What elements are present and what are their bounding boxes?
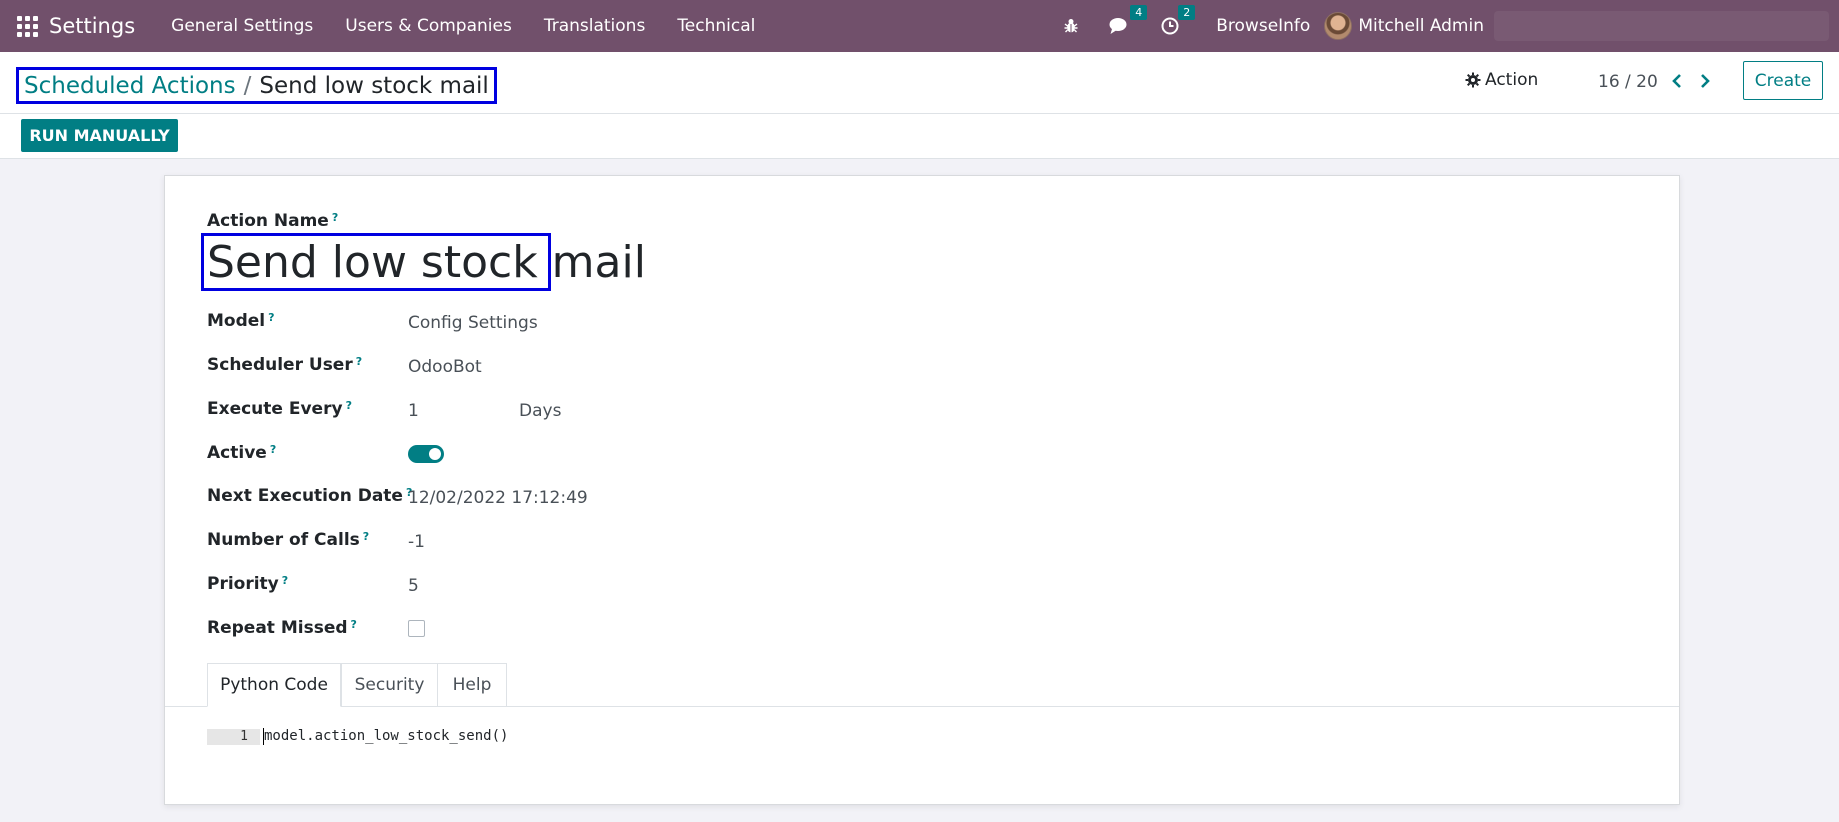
systray: 4 2 BrowseInfo Mitchell Admin: [1048, 0, 1839, 52]
blurred-area: [1494, 11, 1829, 41]
help-tooltip-icon[interactable]: ?: [268, 311, 274, 324]
tab-python-code[interactable]: Python Code: [207, 663, 341, 707]
chevron-left-icon: [1672, 74, 1681, 88]
chevron-right-icon: [1701, 74, 1710, 88]
execute-every-number-field[interactable]: 1: [408, 401, 419, 421]
apps-menu-icon[interactable]: [15, 14, 39, 38]
messages-chat-icon[interactable]: 4: [1109, 5, 1148, 35]
create-button[interactable]: Create: [1743, 61, 1823, 100]
repeat-missed-label: Repeat Missed?: [207, 618, 357, 638]
menu-translations[interactable]: Translations: [528, 16, 662, 36]
help-tooltip-icon[interactable]: ?: [332, 211, 338, 224]
form-sheet: Action Name? Send low stock mail Model? …: [164, 175, 1680, 805]
pager-value[interactable]: 16 / 20: [1598, 72, 1658, 92]
company-switcher[interactable]: BrowseInfo: [1216, 16, 1310, 36]
help-tooltip-icon[interactable]: ?: [282, 574, 288, 587]
scheduler-user-field[interactable]: OdooBot: [408, 357, 482, 377]
help-tooltip-icon[interactable]: ?: [351, 618, 357, 631]
action-name-label: Action Name?: [207, 211, 339, 231]
toggle-knob: [429, 448, 441, 460]
gear-icon: [1465, 72, 1481, 88]
app-name[interactable]: Settings: [49, 14, 135, 38]
debug-bug-icon[interactable]: [1063, 18, 1079, 34]
action-label: Action: [1485, 70, 1539, 90]
action-name-field[interactable]: Send low stock mail: [201, 233, 646, 291]
pager-previous-button[interactable]: [1667, 69, 1687, 93]
next-execution-date-label: Next Execution Date?: [207, 486, 413, 506]
user-menu[interactable]: Mitchell Admin: [1324, 12, 1484, 40]
execute-every-unit-field[interactable]: Days: [519, 401, 561, 421]
top-navbar: Settings General Settings Users & Compan…: [0, 0, 1839, 52]
pager-next-button[interactable]: [1695, 69, 1715, 93]
activities-clock-icon[interactable]: 2: [1161, 5, 1196, 35]
help-tooltip-icon[interactable]: ?: [270, 443, 276, 456]
menu-users-companies[interactable]: Users & Companies: [329, 16, 528, 36]
run-manually-button[interactable]: RUN MANUALLY: [21, 119, 178, 152]
number-of-calls-label: Number of Calls?: [207, 530, 370, 550]
menu-technical[interactable]: Technical: [661, 16, 771, 36]
user-name: Mitchell Admin: [1358, 16, 1484, 36]
model-field[interactable]: Config Settings: [408, 313, 538, 333]
next-execution-date-field[interactable]: 12/02/2022 17:12:49: [408, 488, 588, 508]
menu-general-settings[interactable]: General Settings: [155, 16, 329, 36]
active-label: Active?: [207, 443, 277, 463]
python-code-editor[interactable]: model.action_low_stock_send(): [264, 728, 508, 744]
active-toggle[interactable]: [408, 445, 444, 463]
action-dropdown[interactable]: Action: [1465, 70, 1538, 90]
model-label: Model?: [207, 311, 275, 331]
help-tooltip-icon[interactable]: ?: [346, 399, 352, 412]
help-tooltip-icon[interactable]: ?: [363, 530, 369, 543]
priority-field[interactable]: 5: [408, 576, 419, 596]
activities-count-badge: 2: [1178, 5, 1196, 20]
breadcrumb-separator: /: [243, 72, 252, 99]
help-tooltip-icon[interactable]: ?: [356, 355, 362, 368]
repeat-missed-checkbox[interactable]: [408, 620, 425, 637]
code-line-number: 1: [207, 729, 260, 745]
control-panel: Scheduled Actions / Send low stock mail …: [0, 52, 1839, 159]
tab-help[interactable]: Help: [437, 663, 507, 707]
breadcrumb-current: Send low stock mail: [259, 72, 489, 99]
breadcrumb: Scheduled Actions / Send low stock mail: [16, 67, 497, 104]
action-name-value: Send low stock mail: [207, 236, 646, 288]
messages-count-badge: 4: [1130, 5, 1148, 20]
control-panel-divider: [0, 113, 1839, 114]
number-of-calls-field[interactable]: -1: [408, 532, 425, 552]
tab-security[interactable]: Security: [341, 663, 438, 707]
priority-label: Priority?: [207, 574, 289, 594]
user-avatar: [1324, 12, 1353, 40]
scheduler-user-label: Scheduler User?: [207, 355, 363, 375]
breadcrumb-scheduled-actions[interactable]: Scheduled Actions: [24, 73, 236, 99]
execute-every-label: Execute Every?: [207, 399, 352, 419]
